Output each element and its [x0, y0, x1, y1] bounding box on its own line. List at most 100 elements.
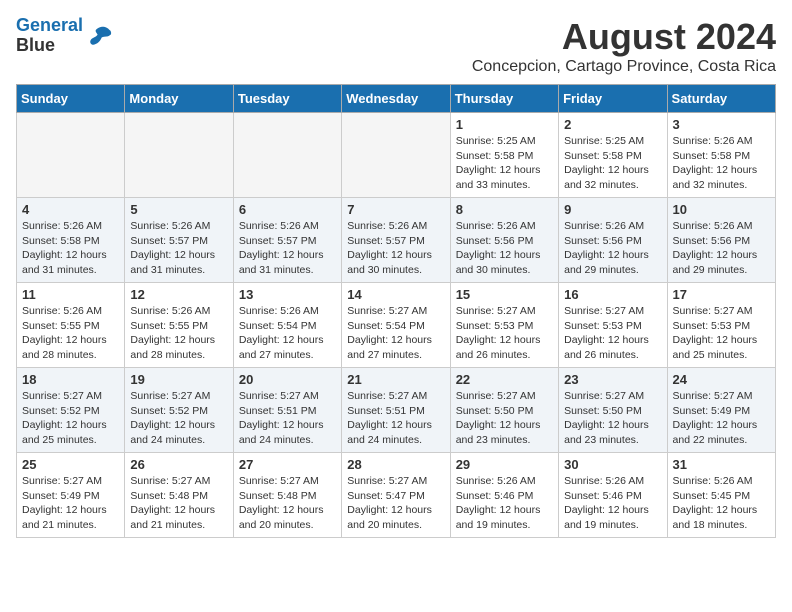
day-info: Sunrise: 5:26 AMSunset: 5:56 PMDaylight:…: [564, 219, 661, 278]
calendar-cell: 12 Sunrise: 5:26 AMSunset: 5:55 PMDayligh…: [125, 283, 233, 368]
calendar-cell: 19Sunrise: 5:27 AMSunset: 5:52 PMDayligh…: [125, 368, 233, 453]
day-info: Sunrise: 5:27 AMSunset: 5:51 PMDaylight:…: [347, 389, 444, 448]
day-number: 3: [673, 117, 770, 132]
calendar-week-row: 4 Sunrise: 5:26 AMSunset: 5:58 PMDaylight…: [17, 198, 776, 283]
day-of-week-header: Saturday: [667, 85, 775, 113]
day-number: 11: [22, 287, 119, 302]
day-number: 10: [673, 202, 770, 217]
day-info: Sunrise: 5:27 AMSunset: 5:50 PMDaylight:…: [564, 389, 661, 448]
day-number: 13: [239, 287, 336, 302]
calendar-week-row: 11 Sunrise: 5:26 AMSunset: 5:55 PMDayligh…: [17, 283, 776, 368]
day-info: Sunrise: 5:26 AMSunset: 5:54 PMDaylight:…: [239, 304, 336, 363]
day-info: Sunrise: 5:27 AMSunset: 5:50 PMDaylight:…: [456, 389, 553, 448]
calendar-cell: 27 Sunrise: 5:27 AMSunset: 5:48 PMDayligh…: [233, 453, 341, 538]
calendar-table: SundayMondayTuesdayWednesdayThursdayFrid…: [16, 84, 776, 538]
day-number: 17: [673, 287, 770, 302]
calendar-cell: 16Sunrise: 5:27 AMSunset: 5:53 PMDayligh…: [559, 283, 667, 368]
day-info: Sunrise: 5:27 AMSunset: 5:53 PMDaylight:…: [456, 304, 553, 363]
day-number: 23: [564, 372, 661, 387]
day-of-week-header: Monday: [125, 85, 233, 113]
day-info: Sunrise: 5:26 AMSunset: 5:57 PMDaylight:…: [239, 219, 336, 278]
logo: GeneralBlue: [16, 16, 113, 56]
calendar-header-row: SundayMondayTuesdayWednesdayThursdayFrid…: [17, 85, 776, 113]
calendar-cell: 17 Sunrise: 5:27 AMSunset: 5:53 PMDayligh…: [667, 283, 775, 368]
title-block: August 2024 Concepcion, Cartago Province…: [472, 16, 776, 76]
calendar-cell: 18Sunrise: 5:27 AMSunset: 5:52 PMDayligh…: [17, 368, 125, 453]
day-number: 22: [456, 372, 553, 387]
day-info: Sunrise: 5:25 AMSunset: 5:58 PMDaylight:…: [456, 134, 553, 193]
calendar-cell: 23 Sunrise: 5:27 AMSunset: 5:50 PMDayligh…: [559, 368, 667, 453]
day-number: 24: [673, 372, 770, 387]
day-number: 21: [347, 372, 444, 387]
day-number: 5: [130, 202, 227, 217]
calendar-cell: 25Sunrise: 5:27 AMSunset: 5:49 PMDayligh…: [17, 453, 125, 538]
day-of-week-header: Sunday: [17, 85, 125, 113]
calendar-cell: 15 Sunrise: 5:27 AMSunset: 5:53 PMDayligh…: [450, 283, 558, 368]
page-header: GeneralBlue August 2024 Concepcion, Cart…: [16, 16, 776, 76]
day-info: Sunrise: 5:26 AMSunset: 5:55 PMDaylight:…: [130, 304, 227, 363]
day-info: Sunrise: 5:27 AMSunset: 5:48 PMDaylight:…: [239, 474, 336, 533]
day-info: Sunrise: 5:25 AMSunset: 5:58 PMDaylight:…: [564, 134, 661, 193]
day-info: Sunrise: 5:26 AMSunset: 5:56 PMDaylight:…: [456, 219, 553, 278]
calendar-cell: 4 Sunrise: 5:26 AMSunset: 5:58 PMDaylight…: [17, 198, 125, 283]
calendar-week-row: 18Sunrise: 5:27 AMSunset: 5:52 PMDayligh…: [17, 368, 776, 453]
day-number: 27: [239, 457, 336, 472]
calendar-cell: 14 Sunrise: 5:27 AMSunset: 5:54 PMDayligh…: [342, 283, 450, 368]
day-of-week-header: Tuesday: [233, 85, 341, 113]
day-info: Sunrise: 5:27 AMSunset: 5:48 PMDaylight:…: [130, 474, 227, 533]
calendar-cell: 22 Sunrise: 5:27 AMSunset: 5:50 PMDayligh…: [450, 368, 558, 453]
calendar-cell: [17, 113, 125, 198]
day-info: Sunrise: 5:27 AMSunset: 5:52 PMDaylight:…: [22, 389, 119, 448]
day-info: Sunrise: 5:26 AMSunset: 5:46 PMDaylight:…: [564, 474, 661, 533]
day-info: Sunrise: 5:26 AMSunset: 5:58 PMDaylight:…: [22, 219, 119, 278]
day-of-week-header: Friday: [559, 85, 667, 113]
day-number: 6: [239, 202, 336, 217]
calendar-cell: [342, 113, 450, 198]
day-of-week-header: Wednesday: [342, 85, 450, 113]
calendar-cell: 5Sunrise: 5:26 AMSunset: 5:57 PMDaylight…: [125, 198, 233, 283]
calendar-cell: 21 Sunrise: 5:27 AMSunset: 5:51 PMDayligh…: [342, 368, 450, 453]
calendar-cell: 28Sunrise: 5:27 AMSunset: 5:47 PMDayligh…: [342, 453, 450, 538]
day-info: Sunrise: 5:26 AMSunset: 5:55 PMDaylight:…: [22, 304, 119, 363]
calendar-cell: 6 Sunrise: 5:26 AMSunset: 5:57 PMDaylight…: [233, 198, 341, 283]
logo-text: GeneralBlue: [16, 16, 83, 56]
day-number: 20: [239, 372, 336, 387]
day-info: Sunrise: 5:27 AMSunset: 5:49 PMDaylight:…: [673, 389, 770, 448]
calendar-cell: 2 Sunrise: 5:25 AMSunset: 5:58 PMDaylight…: [559, 113, 667, 198]
day-number: 15: [456, 287, 553, 302]
calendar-cell: 8 Sunrise: 5:26 AMSunset: 5:56 PMDaylight…: [450, 198, 558, 283]
day-number: 8: [456, 202, 553, 217]
day-info: Sunrise: 5:26 AMSunset: 5:58 PMDaylight:…: [673, 134, 770, 193]
calendar-cell: 24 Sunrise: 5:27 AMSunset: 5:49 PMDayligh…: [667, 368, 775, 453]
calendar-cell: 11 Sunrise: 5:26 AMSunset: 5:55 PMDayligh…: [17, 283, 125, 368]
day-number: 30: [564, 457, 661, 472]
day-info: Sunrise: 5:26 AMSunset: 5:46 PMDaylight:…: [456, 474, 553, 533]
month-year-title: August 2024: [472, 16, 776, 58]
day-number: 29: [456, 457, 553, 472]
day-number: 31: [673, 457, 770, 472]
location-subtitle: Concepcion, Cartago Province, Costa Rica: [472, 58, 776, 76]
calendar-cell: 9Sunrise: 5:26 AMSunset: 5:56 PMDaylight…: [559, 198, 667, 283]
calendar-cell: 7Sunrise: 5:26 AMSunset: 5:57 PMDaylight…: [342, 198, 450, 283]
day-number: 7: [347, 202, 444, 217]
calendar-cell: 26 Sunrise: 5:27 AMSunset: 5:48 PMDayligh…: [125, 453, 233, 538]
day-number: 28: [347, 457, 444, 472]
day-number: 26: [130, 457, 227, 472]
day-info: Sunrise: 5:27 AMSunset: 5:51 PMDaylight:…: [239, 389, 336, 448]
calendar-cell: 3 Sunrise: 5:26 AMSunset: 5:58 PMDaylight…: [667, 113, 775, 198]
day-info: Sunrise: 5:27 AMSunset: 5:53 PMDaylight:…: [673, 304, 770, 363]
day-info: Sunrise: 5:27 AMSunset: 5:54 PMDaylight:…: [347, 304, 444, 363]
day-number: 4: [22, 202, 119, 217]
calendar-cell: 1 Sunrise: 5:25 AMSunset: 5:58 PMDaylight…: [450, 113, 558, 198]
calendar-body: 1 Sunrise: 5:25 AMSunset: 5:58 PMDaylight…: [17, 113, 776, 538]
calendar-cell: 20 Sunrise: 5:27 AMSunset: 5:51 PMDayligh…: [233, 368, 341, 453]
day-info: Sunrise: 5:26 AMSunset: 5:56 PMDaylight:…: [673, 219, 770, 278]
day-info: Sunrise: 5:27 AMSunset: 5:53 PMDaylight:…: [564, 304, 661, 363]
day-info: Sunrise: 5:27 AMSunset: 5:49 PMDaylight:…: [22, 474, 119, 533]
day-info: Sunrise: 5:27 AMSunset: 5:52 PMDaylight:…: [130, 389, 227, 448]
calendar-week-row: 1 Sunrise: 5:25 AMSunset: 5:58 PMDaylight…: [17, 113, 776, 198]
day-number: 12: [130, 287, 227, 302]
day-number: 1: [456, 117, 553, 132]
day-number: 2: [564, 117, 661, 132]
day-number: 14: [347, 287, 444, 302]
